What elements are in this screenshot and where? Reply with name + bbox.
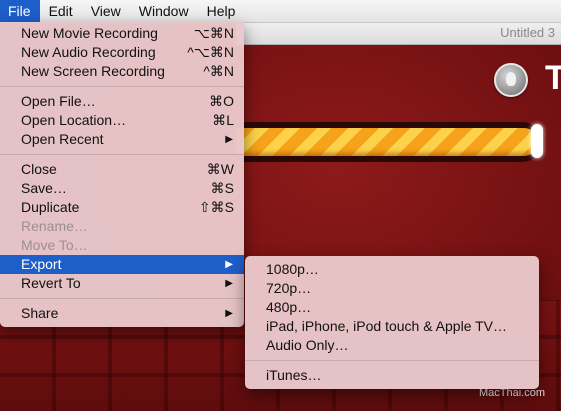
menu-item-label: Export <box>21 256 62 272</box>
menu-edit[interactable]: Edit <box>40 0 82 22</box>
menu-item-export[interactable]: Export ▶ <box>0 255 244 274</box>
menu-item-label: Rename… <box>21 218 88 234</box>
export-720p[interactable]: 720p… <box>245 279 539 298</box>
submenu-arrow-icon: ▶ <box>225 278 233 289</box>
menu-separator <box>245 360 539 361</box>
menu-item-label: Share <box>21 305 59 321</box>
game-title-glyph: T <box>545 59 561 97</box>
menu-item-close[interactable]: Close ⌘W <box>0 160 244 179</box>
menu-separator <box>0 298 244 299</box>
menu-window[interactable]: Window <box>130 0 198 22</box>
export-1080p[interactable]: 1080p… <box>245 260 539 279</box>
menu-item-move-to: Move To… <box>0 236 244 255</box>
menu-item-label: New Screen Recording <box>21 63 165 79</box>
menu-item-revert-to[interactable]: Revert To ▶ <box>0 274 244 293</box>
menu-help[interactable]: Help <box>198 0 245 22</box>
menu-item-rename: Rename… <box>0 217 244 236</box>
menu-item-new-audio-recording[interactable]: New Audio Recording ^⌥⌘N <box>0 43 244 62</box>
menu-item-label: Open Location… <box>21 112 127 128</box>
window-titlebar[interactable]: Untitled 3 <box>236 22 561 45</box>
menu-item-label: Move To… <box>21 237 88 253</box>
menu-item-shortcut: ⇧⌘S <box>198 199 234 215</box>
game-round-button[interactable] <box>494 63 528 97</box>
file-menu: New Movie Recording ⌥⌘N New Audio Record… <box>0 22 244 327</box>
menu-item-shortcut: ⌥⌘N <box>193 25 234 41</box>
menu-item-label: Duplicate <box>21 199 80 215</box>
menu-item-open-recent[interactable]: Open Recent ▶ <box>0 130 244 149</box>
menu-item-open-location[interactable]: Open Location… ⌘L <box>0 111 244 130</box>
menu-item-label: New Audio Recording <box>21 44 156 60</box>
menu-item-open-file[interactable]: Open File… ⌘O <box>0 92 244 111</box>
export-itunes[interactable]: iTunes… <box>245 366 539 385</box>
menu-item-shortcut: ⌘W <box>206 161 234 177</box>
menu-item-label: Close <box>21 161 57 177</box>
menu-item-shortcut: ^⌘N <box>203 63 234 79</box>
menu-bar: File Edit View Window Help <box>0 0 561 23</box>
submenu-arrow-icon: ▶ <box>225 308 233 319</box>
menu-item-shortcut: ⌘O <box>209 93 234 109</box>
export-submenu: 1080p… 720p… 480p… iPad, iPhone, iPod to… <box>245 256 539 389</box>
menu-item-save[interactable]: Save… ⌘S <box>0 179 244 198</box>
menu-item-label: New Movie Recording <box>21 25 158 41</box>
submenu-arrow-icon: ▶ <box>225 259 233 270</box>
progress-cap <box>531 124 543 158</box>
menu-item-share[interactable]: Share ▶ <box>0 304 244 323</box>
menu-separator <box>0 154 244 155</box>
progress-bar <box>236 128 538 156</box>
export-ipad-iphone-appletv[interactable]: iPad, iPhone, iPod touch & Apple TV… <box>245 317 539 336</box>
menu-view[interactable]: View <box>82 0 130 22</box>
menu-item-new-movie-recording[interactable]: New Movie Recording ⌥⌘N <box>0 24 244 43</box>
window-title: Untitled 3 <box>500 25 555 40</box>
menu-item-shortcut: ⌘L <box>212 112 234 128</box>
menu-file[interactable]: File <box>0 0 40 22</box>
menu-item-label: Open Recent <box>21 131 104 147</box>
menu-separator <box>0 86 244 87</box>
menu-item-label: Revert To <box>21 275 81 291</box>
export-480p[interactable]: 480p… <box>245 298 539 317</box>
menu-item-duplicate[interactable]: Duplicate ⇧⌘S <box>0 198 244 217</box>
export-audio-only[interactable]: Audio Only… <box>245 336 539 355</box>
menu-item-label: Save… <box>21 180 67 196</box>
menu-item-label: Open File… <box>21 93 96 109</box>
submenu-arrow-icon: ▶ <box>225 134 233 145</box>
menu-item-new-screen-recording[interactable]: New Screen Recording ^⌘N <box>0 62 244 81</box>
menu-item-shortcut: ⌘S <box>210 180 234 196</box>
menu-item-shortcut: ^⌥⌘N <box>187 44 234 60</box>
